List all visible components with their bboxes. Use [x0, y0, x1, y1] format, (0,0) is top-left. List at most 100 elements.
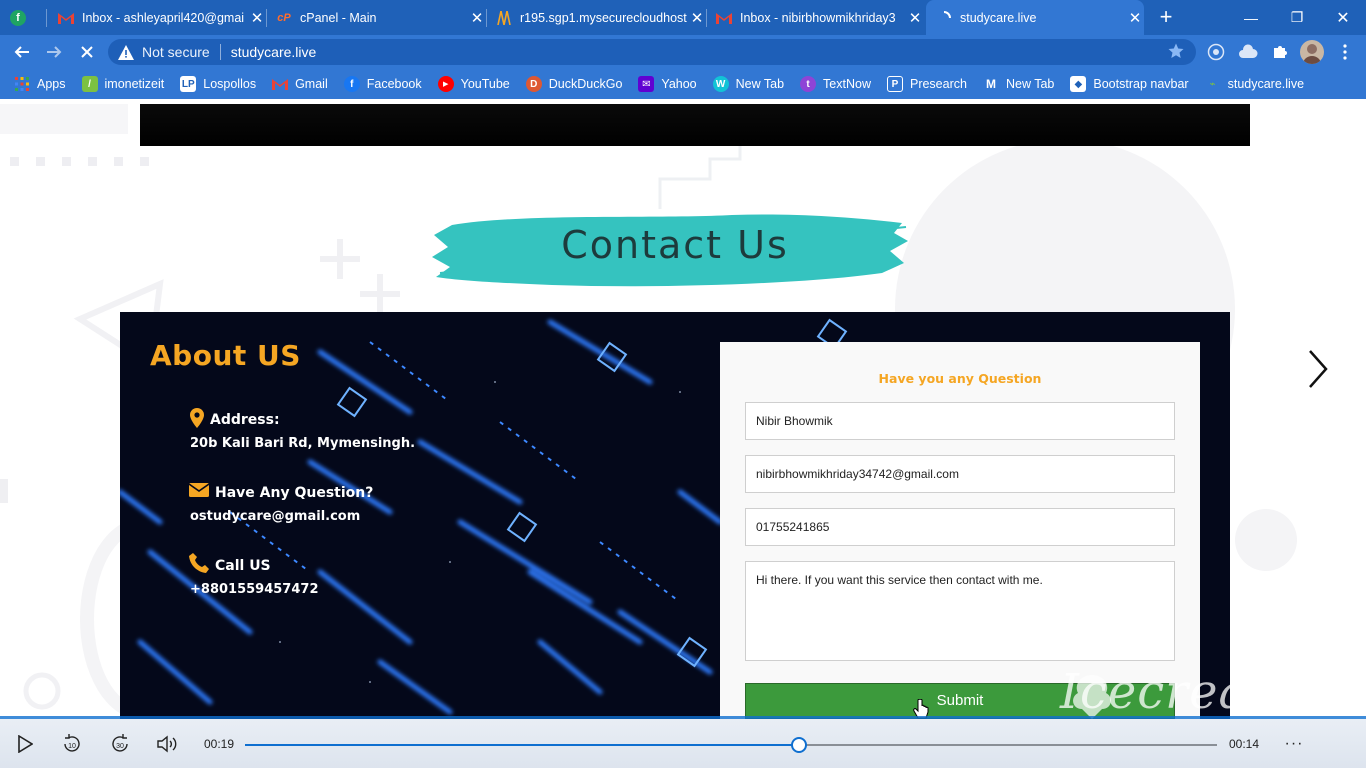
question-label: Have Any Question?: [215, 485, 374, 501]
web-page: Contact Us About US Address: 20b Kali Ba…: [0, 99, 1366, 719]
bookmark-duckduckgo[interactable]: D DuckDuckGo: [525, 76, 622, 92]
url-text[interactable]: studycare.live: [231, 44, 317, 60]
tab-studycare[interactable]: studycare.live ✕: [926, 0, 1144, 35]
menu-dots-icon[interactable]: [1334, 41, 1356, 63]
gmail-icon: [716, 10, 732, 26]
header-image-band: [140, 104, 1250, 146]
m-logo-icon: M: [985, 77, 996, 91]
svg-text:10: 10: [68, 743, 76, 750]
gmail-icon: [58, 10, 74, 26]
tab-inbox-nibir[interactable]: Inbox - nibirbhowmikhriday3 ✕: [708, 0, 924, 35]
puzzle-icon[interactable]: [1269, 41, 1291, 63]
facebook-icon: f: [343, 76, 360, 92]
lp-icon: LP: [180, 76, 197, 92]
bookmark-apps[interactable]: Apps: [14, 76, 66, 92]
server-icon: [496, 10, 512, 26]
email-input[interactable]: nibirbhowmikhriday34742@gmail.com: [745, 455, 1175, 493]
new-tab-button[interactable]: +: [1154, 4, 1178, 30]
stop-loading-button[interactable]: [74, 40, 100, 64]
bookmark-bootstrap-navbar[interactable]: ◆ Bootstrap navbar: [1070, 76, 1189, 92]
forward-button[interactable]: [41, 40, 67, 64]
volume-button[interactable]: [156, 732, 180, 756]
avatar[interactable]: [1300, 40, 1324, 64]
bookmark-textnow[interactable]: t TextNow: [800, 76, 871, 92]
seek-thumb[interactable]: [791, 737, 808, 753]
envelope-icon: [189, 483, 209, 497]
question-email[interactable]: ostudycare@gmail.com: [190, 509, 360, 524]
presearch-icon: P: [886, 76, 903, 92]
bookmark-facebook[interactable]: f Facebook: [343, 76, 422, 92]
browser-toolbar: Not secure studycare.live: [0, 35, 1366, 69]
speaker-icon: [157, 735, 177, 753]
rewind-10-icon: 10: [64, 734, 80, 752]
close-icon[interactable]: ✕: [688, 9, 706, 27]
close-window-button[interactable]: ✕: [1320, 0, 1366, 35]
bookmark-star-icon[interactable]: [1168, 43, 1184, 62]
play-button[interactable]: [13, 732, 37, 756]
loading-spinner-icon: [936, 10, 952, 26]
close-icon[interactable]: ✕: [1126, 9, 1144, 27]
bookmark-imonetizeit[interactable]: / imonetizeit: [81, 76, 164, 92]
elapsed-time: 00:19: [204, 737, 235, 751]
tab-pinned[interactable]: f: [10, 0, 47, 35]
seek-bar[interactable]: [245, 737, 1217, 753]
duckduckgo-icon: D: [525, 76, 542, 92]
about-title: About US: [150, 339, 301, 372]
extension-icon[interactable]: [1205, 41, 1227, 63]
yahoo-icon: ✉: [638, 76, 655, 92]
cpanel-icon: cP: [277, 11, 291, 24]
name-input[interactable]: Nibir Bhowmik: [745, 402, 1175, 440]
bookmark-presearch[interactable]: P Presearch: [886, 76, 967, 92]
close-icon[interactable]: ✕: [468, 9, 486, 27]
bookmark-gmail[interactable]: Gmail: [272, 76, 328, 92]
forward-30-icon: 30: [112, 734, 128, 752]
tab-inbox-ashley[interactable]: Inbox - ashleyapril420@gmai ✕: [50, 0, 267, 35]
location-pin-icon: [190, 408, 204, 428]
phone-input[interactable]: 01755241865: [745, 508, 1175, 546]
studycare-icon: ⌁: [1209, 78, 1216, 90]
form-heading: Have you any Question: [878, 371, 1042, 386]
phone-icon: [189, 553, 209, 573]
more-dots-icon: ···: [1284, 735, 1304, 752]
tab-server[interactable]: r195.sgp1.mysecurecloudhost ✕: [488, 0, 707, 35]
forward-30-button[interactable]: 30: [108, 732, 132, 756]
green-f-icon: f: [10, 9, 26, 26]
bookmark-yahoo[interactable]: ✉ Yahoo: [638, 76, 697, 92]
bookmarks-bar: Apps / imonetizeit LP Lospollos Gmail f …: [0, 69, 1366, 99]
address-bar[interactable]: Not secure studycare.live: [108, 39, 1196, 65]
tab-cpanel[interactable]: cP cPanel - Main ✕: [268, 0, 487, 35]
person-icon: [1303, 44, 1321, 64]
section-title: Contact Us: [561, 223, 789, 267]
address-value: 20b Kali Bari Rd, Mymensingh.: [190, 436, 416, 451]
call-label: Call US: [215, 558, 271, 574]
media-player-bar: 10 30 00:19 00:14 ···: [0, 719, 1366, 768]
back-button[interactable]: [9, 40, 35, 64]
more-options-button[interactable]: ···: [1282, 732, 1306, 756]
rewind-10-button[interactable]: 10: [60, 732, 84, 756]
tab-strip: f Inbox - ashleyapril420@gmai ✕ cP cPane…: [0, 0, 1366, 35]
minimize-button[interactable]: —: [1228, 0, 1274, 35]
carousel-next-arrow-icon[interactable]: [1302, 347, 1332, 391]
close-icon[interactable]: ✕: [906, 9, 924, 27]
security-status[interactable]: Not secure: [142, 44, 210, 60]
bookmark-lospollos[interactable]: LP Lospollos: [180, 76, 256, 92]
message-textarea[interactable]: Hi there. If you want this service then …: [745, 561, 1175, 661]
arrow-right-icon: [47, 46, 62, 58]
bookmark-studycare[interactable]: ⌁ studycare.live: [1205, 76, 1304, 92]
w-logo-icon: W: [712, 76, 729, 92]
call-number[interactable]: +8801559457472: [190, 582, 318, 597]
svg-text:30: 30: [116, 743, 124, 750]
arrow-left-icon: [14, 46, 29, 58]
seek-bar-fill: [245, 744, 800, 746]
bookmark-new-tab-w[interactable]: W New Tab: [712, 76, 784, 92]
stop-icon: [81, 46, 93, 58]
close-icon[interactable]: ✕: [248, 9, 266, 27]
warning-icon[interactable]: [118, 44, 134, 60]
bookmark-new-tab-m[interactable]: M New Tab: [983, 76, 1054, 92]
bootstrap-icon: ◆: [1070, 76, 1087, 92]
gmail-icon: [272, 76, 289, 92]
restore-button[interactable]: ❐: [1274, 0, 1320, 35]
cloud-extension-icon[interactable]: [1237, 41, 1259, 63]
bookmark-youtube[interactable]: ▶ YouTube: [437, 76, 510, 92]
address-label: Address:: [210, 412, 280, 428]
